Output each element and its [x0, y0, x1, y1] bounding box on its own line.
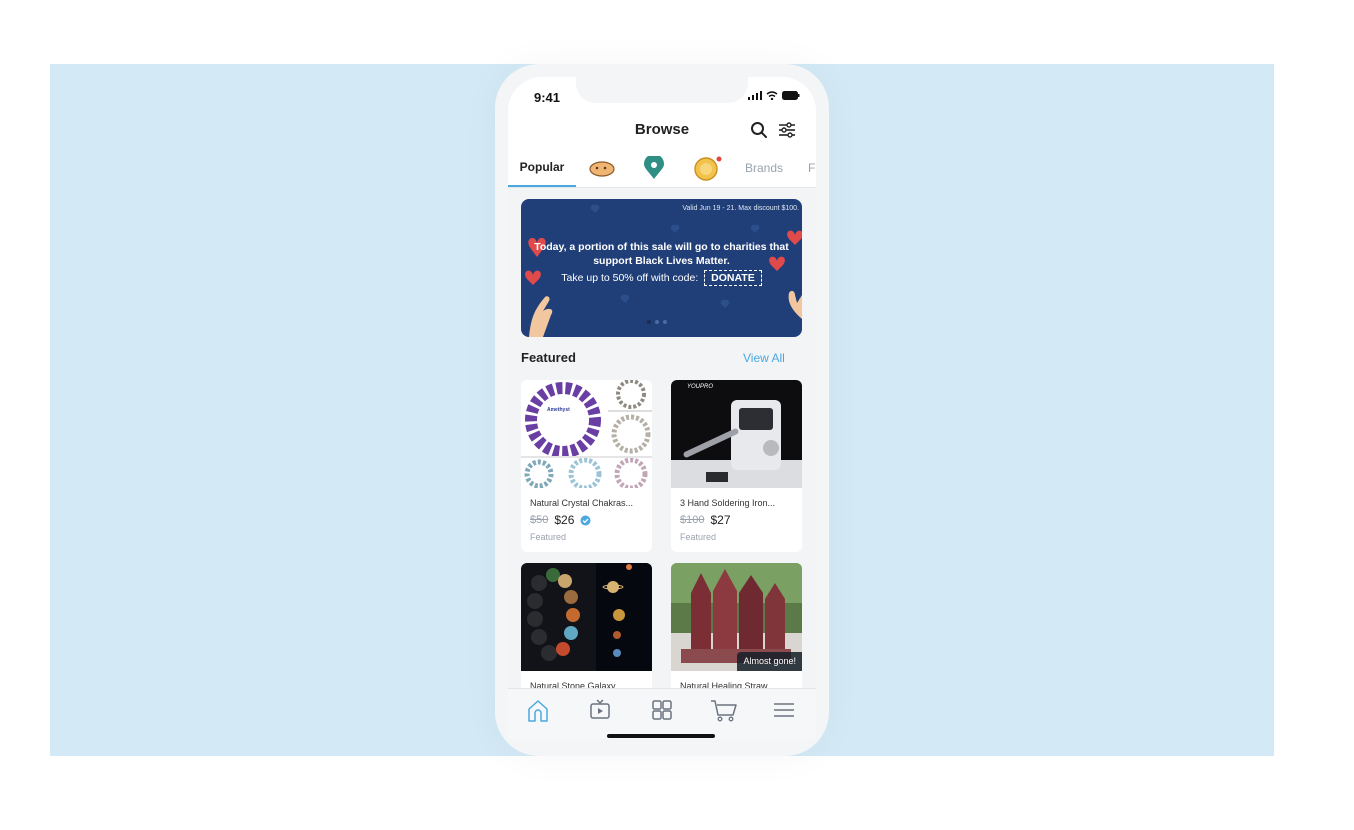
- carousel-dot[interactable]: [655, 320, 659, 324]
- product-image: [521, 563, 652, 671]
- phone-notch: [576, 77, 748, 103]
- sale-price: $26: [554, 513, 575, 527]
- location-pin-icon: [644, 156, 664, 179]
- app-header: Browse: [508, 113, 816, 149]
- app-screen: 9:41 Browse Popular Brands F Valid Jun 1…: [508, 77, 816, 739]
- banner-headline: Today, a portion of this sale will go to…: [521, 240, 802, 268]
- phone-frame: 9:41 Browse Popular Brands F Valid Jun 1…: [495, 64, 829, 756]
- product-image: [521, 380, 652, 488]
- product-image: [671, 380, 802, 488]
- filter-icon[interactable]: [776, 119, 798, 141]
- promo-code: DONATE: [704, 270, 762, 286]
- home-indicator[interactable]: [607, 734, 715, 738]
- product-name: 3 Hand Soldering Iron...: [680, 498, 776, 508]
- tab-brands[interactable]: Brands: [745, 149, 783, 187]
- old-price: $100: [680, 514, 705, 526]
- product-card[interactable]: YOUPRO 3 Hand Soldering Iron... $100 $27…: [671, 380, 802, 552]
- category-tabs: Popular Brands F: [508, 149, 816, 188]
- banner-valid-text: Valid Jun 19 - 21. Max discount $100.: [682, 205, 799, 212]
- product-prices: $100 $27: [680, 513, 731, 527]
- carousel-dot[interactable]: [647, 320, 651, 324]
- product-image-label: YOUPRO: [687, 384, 714, 390]
- status-time: 9:41: [534, 90, 561, 105]
- signal-icon: [748, 91, 762, 100]
- view-all-link[interactable]: View All: [743, 351, 785, 365]
- bottom-nav: [508, 688, 816, 739]
- tab-deals[interactable]: [693, 149, 723, 187]
- product-tag: Featured: [530, 532, 567, 542]
- tab-popular[interactable]: Popular: [508, 149, 576, 187]
- coin-icon: [694, 156, 722, 181]
- menu-icon[interactable]: [771, 697, 797, 723]
- product-card[interactable]: Natural Stone Galaxy ...: [521, 563, 652, 703]
- product-tag: Featured: [680, 532, 717, 542]
- status-icons: [748, 91, 800, 100]
- tab-pets[interactable]: [588, 149, 616, 187]
- carousel-dot[interactable]: [663, 320, 667, 324]
- product-card[interactable]: Amethyst Natural Crystal Chakras... $50 …: [521, 380, 652, 552]
- featured-title: Featured: [521, 350, 576, 365]
- video-icon[interactable]: [587, 697, 613, 723]
- product-card[interactable]: Almost gone! Natural Healing Straw...: [671, 563, 802, 703]
- battery-icon: [782, 91, 800, 100]
- cart-icon[interactable]: [709, 697, 739, 723]
- banner-code-line: Take up to 50% off with code: DONATE: [521, 270, 802, 286]
- carousel-dots[interactable]: [647, 320, 667, 324]
- verified-icon: [580, 515, 591, 525]
- home-icon[interactable]: [525, 697, 551, 723]
- product-prices: $50 $26: [530, 513, 591, 527]
- tab-more[interactable]: F: [808, 149, 815, 187]
- banner-line-1: Today, a portion of this sale will go to…: [534, 241, 789, 253]
- banner-offer-text: Take up to 50% off with code:: [561, 272, 699, 284]
- pet-icon: [589, 161, 615, 177]
- sale-price: $27: [710, 513, 731, 527]
- tab-local[interactable]: [643, 149, 665, 187]
- old-price: $50: [530, 514, 549, 526]
- wifi-icon: [766, 91, 778, 100]
- banner-decoration: [525, 204, 802, 337]
- banner-line-2: support Black Lives Matter.: [593, 255, 730, 267]
- categories-grid-icon[interactable]: [649, 697, 675, 723]
- product-name: Natural Crystal Chakras...: [530, 498, 634, 508]
- almost-gone-badge: Almost gone!: [737, 652, 802, 671]
- promo-banner[interactable]: Valid Jun 19 - 21. Max discount $100. To…: [521, 199, 802, 337]
- product-image-label: Amethyst: [547, 407, 570, 413]
- search-icon[interactable]: [748, 119, 770, 141]
